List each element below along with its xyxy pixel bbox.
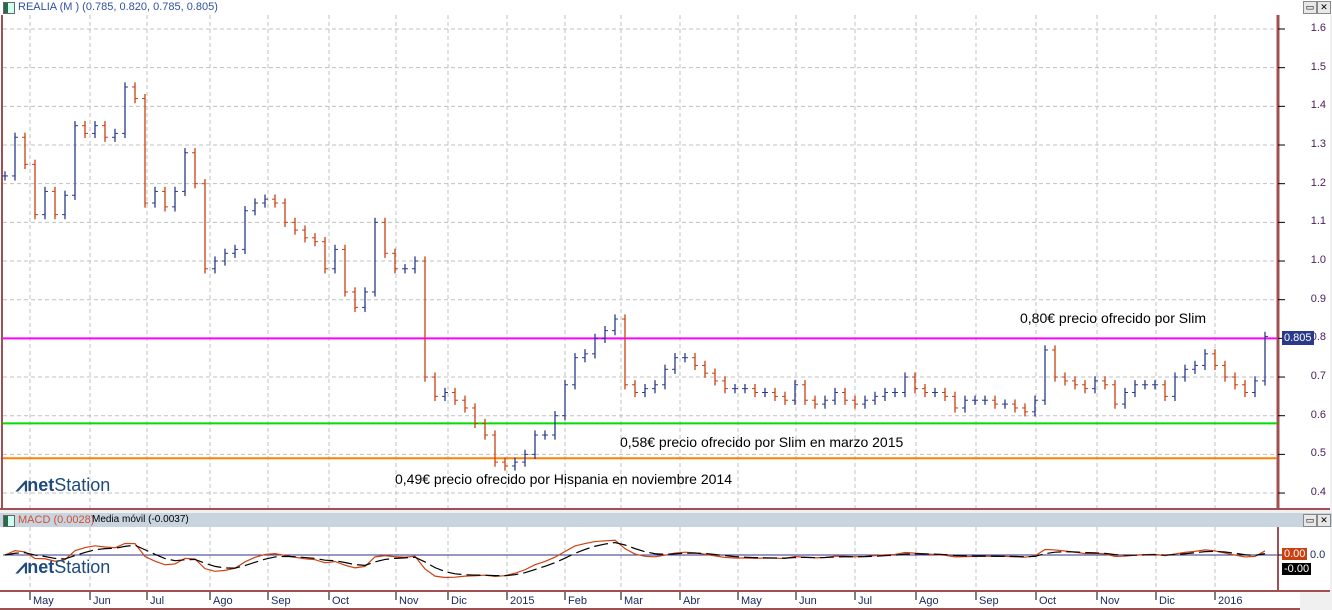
x-tick-label: Oct <box>332 595 350 607</box>
x-tick-label: Nov <box>399 595 419 607</box>
y-tick-label: 1.1 <box>1310 215 1326 228</box>
x-tick-label: 2015 <box>510 595 535 607</box>
y-tick-label: 0.7 <box>1310 370 1326 383</box>
y-tick-label: 1.2 <box>1310 176 1326 189</box>
y-tick-label: 1.3 <box>1310 138 1326 150</box>
macd-value-badge: 0.00 <box>1282 548 1308 560</box>
y-tick-label: 1.0 <box>1310 254 1326 267</box>
signal-value-badge: -0.00 <box>1282 563 1312 575</box>
x-tick-label: 2016 <box>1218 595 1243 607</box>
x-tick-label: Ago <box>919 595 939 607</box>
signal-line <box>4 541 1266 577</box>
x-tick-label: May <box>33 595 54 607</box>
last-price-badge: 0.805 <box>1282 331 1314 345</box>
x-tick-label: Sep <box>271 595 291 607</box>
y-tick-label: 0.5 <box>1310 447 1326 460</box>
macd-zero-label: 0.0 <box>1310 549 1326 561</box>
x-tick-label: Nov <box>1100 595 1120 607</box>
macd-line <box>4 539 1266 579</box>
x-tick-label: Jul <box>858 595 873 607</box>
netstation-logo: ⩘netStation <box>16 474 111 496</box>
x-tick-label: Dic <box>1159 595 1175 607</box>
x-tick-label: Jun <box>799 595 817 607</box>
chart-svg <box>1 15 1285 600</box>
y-tick-label: 1.5 <box>1310 60 1326 73</box>
annotation-label: 0,80€ precio ofrecido por Slim <box>1020 310 1206 326</box>
y-tick-label: 0.6 <box>1310 408 1326 421</box>
annotation-label: 0,58€ precio ofrecido por Slim en marzo … <box>620 434 904 450</box>
x-tick-label: Oct <box>1039 595 1057 607</box>
x-tick-label: Ago <box>213 595 233 607</box>
y-tick-label: 1.6 <box>1310 22 1326 34</box>
x-tick-label: Jun <box>93 595 111 607</box>
x-tick-label: Mar <box>624 595 643 607</box>
x-tick-label: May <box>741 595 762 607</box>
y-tick-label: 0.9 <box>1310 292 1326 305</box>
x-tick-label: Abr <box>683 595 701 607</box>
x-tick-label: Feb <box>568 595 587 607</box>
x-tick-label: Dic <box>451 595 467 607</box>
y-tick-label: 0.4 <box>1310 486 1326 499</box>
y-tick-label: 1.4 <box>1310 99 1326 112</box>
annotation-label: 0,49€ precio ofrecido por Hispania en no… <box>395 471 732 487</box>
x-tick-label: Jul <box>150 595 165 607</box>
netstation-logo: ⩘netStation <box>16 556 111 578</box>
x-tick-label: Sep <box>979 595 999 607</box>
